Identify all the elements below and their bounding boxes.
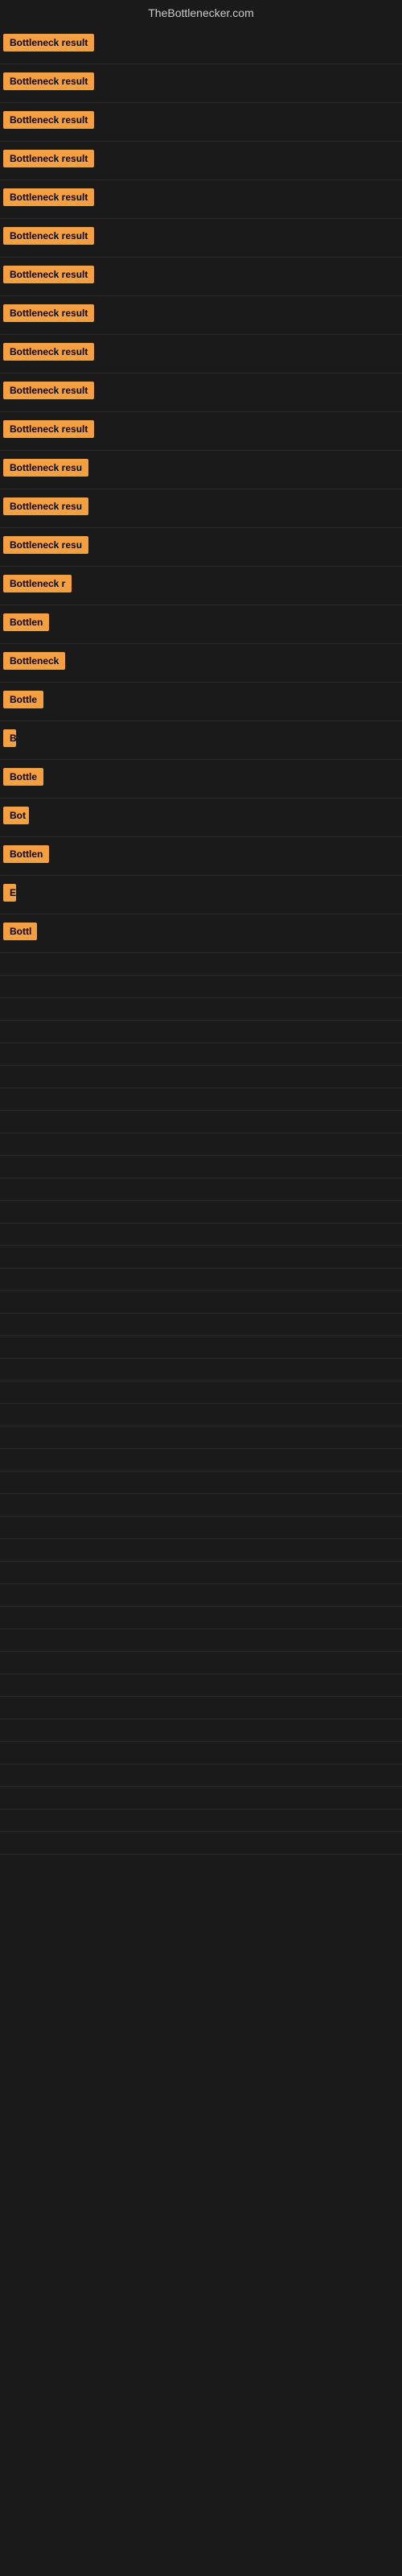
empty-row <box>0 1517 402 1539</box>
empty-row <box>0 1088 402 1111</box>
empty-row <box>0 1246 402 1269</box>
bottleneck-badge[interactable]: Bottleneck result <box>3 420 94 438</box>
empty-row <box>0 1133 402 1156</box>
empty-row <box>0 1765 402 1787</box>
bottleneck-badge[interactable]: Bottleneck result <box>3 266 94 283</box>
empty-row <box>0 1697 402 1719</box>
bottleneck-badge[interactable]: Bottleneck result <box>3 150 94 167</box>
result-row: Bottleneck <box>0 644 402 683</box>
result-row: Bottleneck result <box>0 103 402 142</box>
result-row: B <box>0 721 402 760</box>
empty-row <box>0 1449 402 1472</box>
result-row: Bottleneck result <box>0 142 402 180</box>
bottleneck-badge[interactable]: Bottleneck result <box>3 72 94 90</box>
empty-row <box>0 1201 402 1224</box>
empty-row <box>0 1269 402 1291</box>
result-row: Bottlen <box>0 837 402 876</box>
result-row: Bottleneck r <box>0 567 402 605</box>
result-row: Bottleneck result <box>0 374 402 412</box>
empty-row <box>0 998 402 1021</box>
bottleneck-badge[interactable]: Bot <box>3 807 29 824</box>
bottleneck-badge[interactable]: Bottleneck result <box>3 188 94 206</box>
empty-row <box>0 1426 402 1449</box>
bottleneck-badge[interactable]: Bottleneck result <box>3 227 94 245</box>
result-row: Bottleneck resu <box>0 489 402 528</box>
result-row: Bottleneck resu <box>0 451 402 489</box>
empty-row <box>0 1381 402 1404</box>
bottleneck-badge[interactable]: Bottleneck resu <box>3 459 88 477</box>
bottleneck-badge[interactable]: Bottle <box>3 691 43 708</box>
result-row: Bottle <box>0 760 402 799</box>
bottleneck-badge[interactable]: Bottleneck result <box>3 382 94 399</box>
bottleneck-badge[interactable]: Bottleneck r <box>3 575 72 592</box>
empty-row <box>0 1291 402 1314</box>
bottleneck-badge[interactable]: Bottleneck <box>3 652 65 670</box>
bottleneck-badge[interactable]: Bottleneck resu <box>3 536 88 554</box>
result-row: Bottleneck result <box>0 26 402 64</box>
empty-row <box>0 1066 402 1088</box>
bottleneck-badge[interactable]: B <box>3 729 16 747</box>
empty-row <box>0 1472 402 1494</box>
bottleneck-badge[interactable]: Bottlen <box>3 845 49 863</box>
empty-row <box>0 1314 402 1336</box>
result-row: Bottleneck result <box>0 219 402 258</box>
empty-row <box>0 1359 402 1381</box>
empty-row <box>0 1719 402 1742</box>
empty-row <box>0 1832 402 1855</box>
result-row: Bottleneck resu <box>0 528 402 567</box>
result-row: E <box>0 876 402 914</box>
bottleneck-badge[interactable]: Bottleneck result <box>3 34 94 52</box>
result-row: Bottleneck result <box>0 296 402 335</box>
empty-row <box>0 1652 402 1674</box>
results-container: Bottleneck result Bottleneck result Bottle… <box>0 26 402 1855</box>
result-row: Bottleneck result <box>0 412 402 451</box>
empty-row <box>0 1224 402 1246</box>
bottleneck-badge[interactable]: Bottleneck result <box>3 304 94 322</box>
result-row: Bottlen <box>0 605 402 644</box>
result-row: Bot <box>0 799 402 837</box>
bottleneck-badge[interactable]: Bottle <box>3 768 43 786</box>
empty-row <box>0 953 402 976</box>
bottleneck-badge[interactable]: E <box>3 884 16 902</box>
empty-row <box>0 1787 402 1810</box>
empty-row <box>0 1607 402 1629</box>
bottleneck-badge[interactable]: Bottlen <box>3 613 49 631</box>
result-row: Bottleneck result <box>0 258 402 296</box>
empty-row <box>0 1810 402 1832</box>
empty-row <box>0 1742 402 1765</box>
result-row: Bottleneck result <box>0 180 402 219</box>
empty-row <box>0 1494 402 1517</box>
empty-row <box>0 1111 402 1133</box>
site-header: TheBottlenecker.com <box>0 0 402 26</box>
empty-row <box>0 1629 402 1652</box>
empty-row <box>0 1562 402 1584</box>
result-row: Bottle <box>0 683 402 721</box>
empty-row <box>0 1043 402 1066</box>
bottleneck-badge[interactable]: Bottl <box>3 923 37 940</box>
result-row: Bottl <box>0 914 402 953</box>
site-title: TheBottlenecker.com <box>0 0 402 26</box>
empty-row <box>0 1539 402 1562</box>
empty-row <box>0 1179 402 1201</box>
empty-row <box>0 1674 402 1697</box>
result-row: Bottleneck result <box>0 64 402 103</box>
empty-row <box>0 976 402 998</box>
bottleneck-badge[interactable]: Bottleneck result <box>3 343 94 361</box>
empty-row <box>0 1404 402 1426</box>
empty-row <box>0 1336 402 1359</box>
bottleneck-badge[interactable]: Bottleneck resu <box>3 497 88 515</box>
empty-row <box>0 1021 402 1043</box>
result-row: Bottleneck result <box>0 335 402 374</box>
empty-row <box>0 1156 402 1179</box>
empty-row <box>0 1584 402 1607</box>
bottleneck-badge[interactable]: Bottleneck result <box>3 111 94 129</box>
